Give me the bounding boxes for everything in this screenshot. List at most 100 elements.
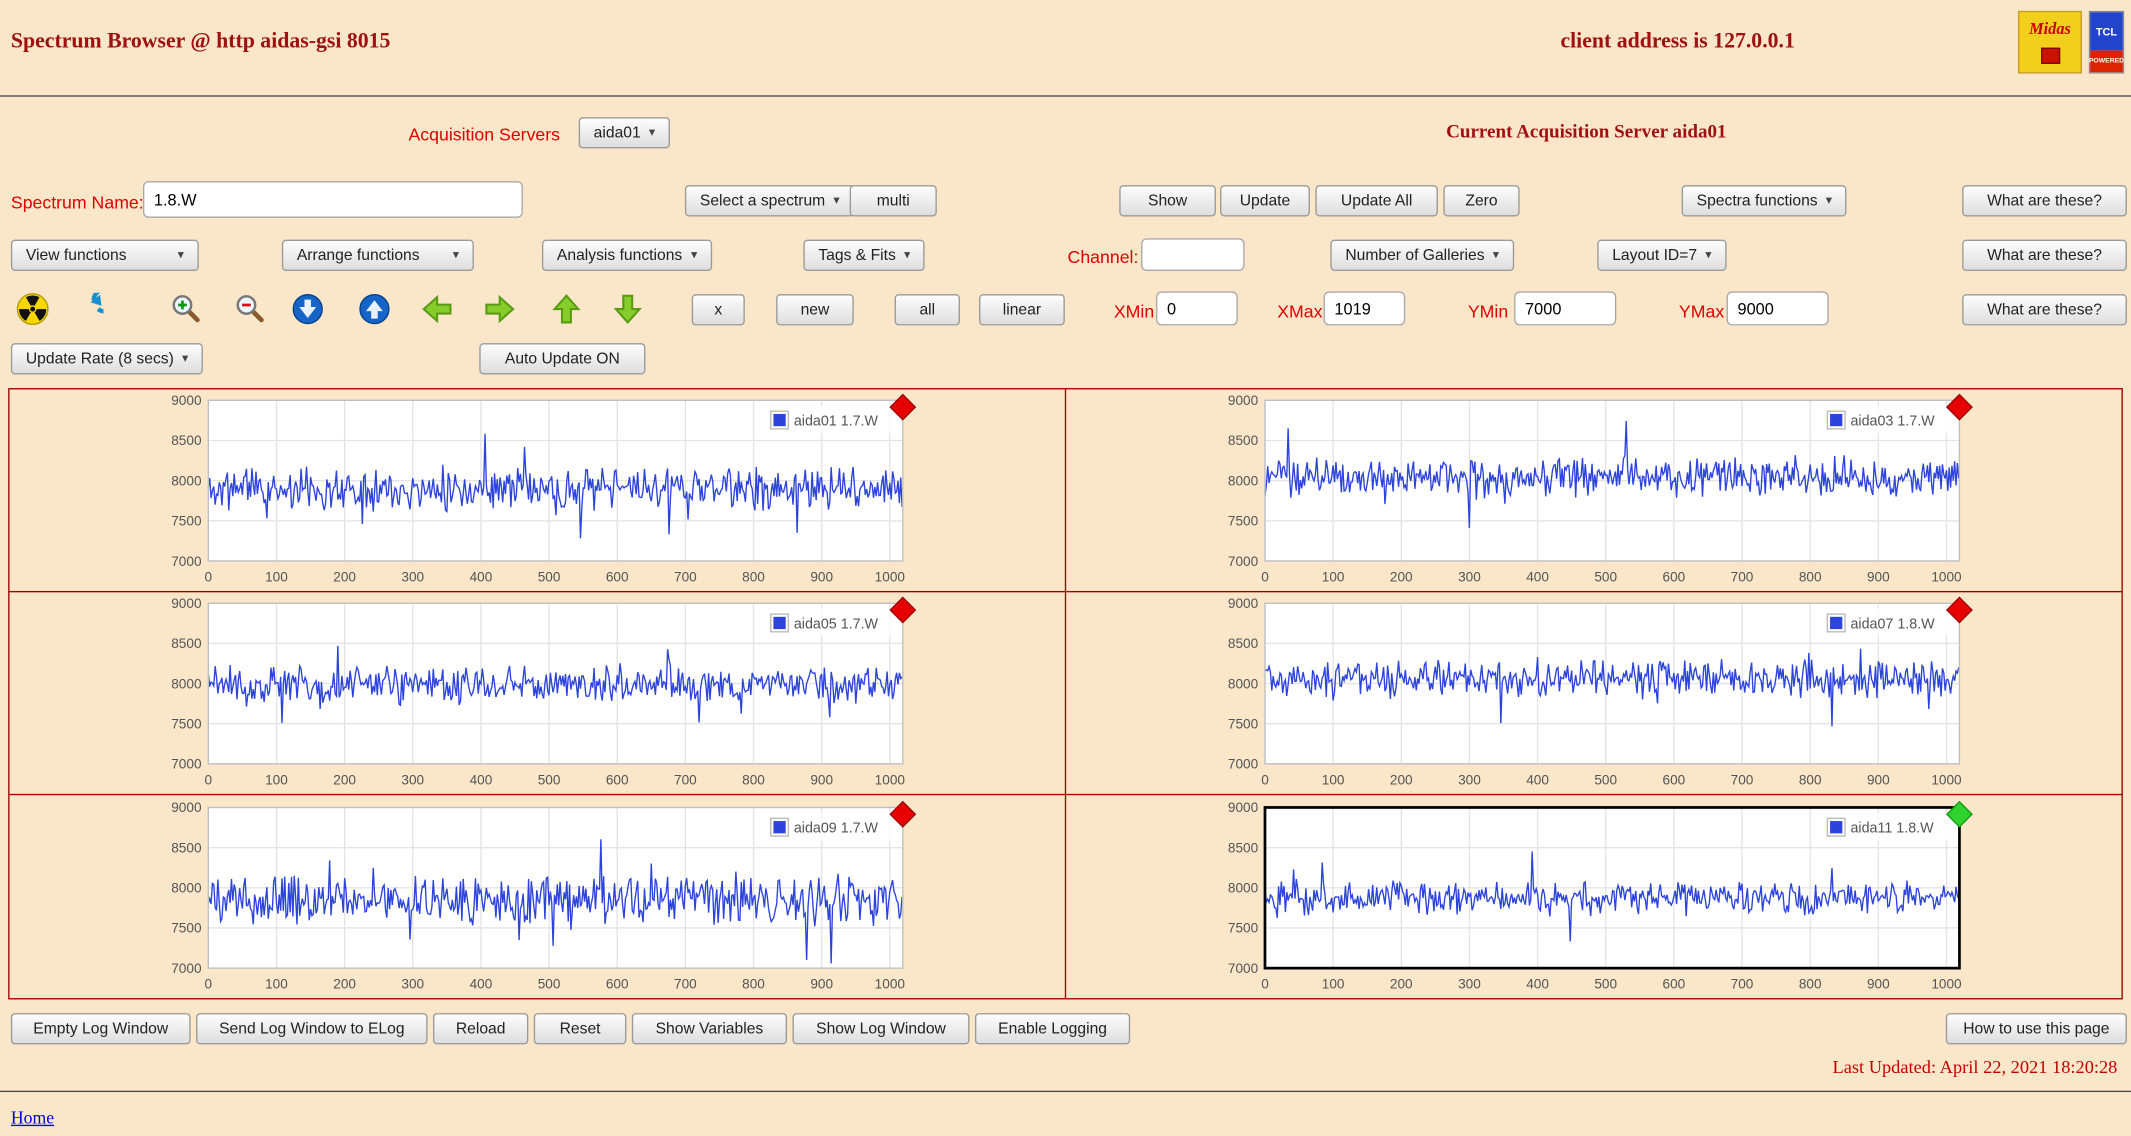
y-tick-label: 7000 <box>1228 960 1259 975</box>
update-rate-dropdown[interactable]: Update Rate (8 secs) <box>11 343 203 374</box>
spectrum-chart-5[interactable]: 7000750080008500900001002003004005006007… <box>154 797 919 996</box>
radiation-icon[interactable] <box>16 293 49 326</box>
zoom-in-icon[interactable] <box>170 293 203 326</box>
legend-label: aida05 1.7.W <box>794 616 879 632</box>
y-tick-label: 9000 <box>1228 393 1259 408</box>
move-right-icon[interactable] <box>483 293 516 326</box>
show-log-window-button[interactable]: Show Log Window <box>792 1013 969 1044</box>
channel-input[interactable] <box>1141 238 1244 271</box>
x-tick-label: 500 <box>538 976 561 991</box>
spectrum-chart-3[interactable]: 7000750080008500900001002003004005006007… <box>154 594 919 793</box>
layout-id-dropdown[interactable]: Layout ID=7 <box>1597 240 1726 271</box>
tags-fits-dropdown[interactable]: Tags & Fits <box>803 240 925 271</box>
layout-id-value: Layout ID=7 <box>1612 247 1697 263</box>
ymin-input[interactable] <box>1514 291 1616 325</box>
select-spectrum-dropdown[interactable]: Select a spectrum <box>685 185 855 216</box>
y-tick-label: 9000 <box>1228 800 1259 815</box>
refresh-icon[interactable] <box>71 293 104 326</box>
linear-button[interactable]: linear <box>979 294 1065 325</box>
what-are-these-button-1[interactable]: What are these? <box>1962 185 2127 216</box>
y-tick-label: 9000 <box>172 800 203 815</box>
y-tick-label: 8500 <box>1228 636 1259 651</box>
how-to-use-button[interactable]: How to use this page <box>1946 1013 2127 1044</box>
x-tick-label: 100 <box>1322 569 1345 584</box>
x-tick-label: 400 <box>1527 569 1550 584</box>
multi-button[interactable]: multi <box>850 185 937 216</box>
spectrum-chart-2[interactable]: 7000750080008500900001002003004005006007… <box>1211 391 1976 590</box>
gallery-cell-6[interactable]: 7000750080008500900001002003004005006007… <box>1065 795 2121 998</box>
x-tick-label: 1000 <box>875 569 906 584</box>
zoom-out-icon[interactable] <box>234 293 267 326</box>
x-tick-label: 900 <box>811 569 834 584</box>
y-tick-label: 8000 <box>172 880 203 895</box>
x-tick-label: 1000 <box>875 976 906 991</box>
y-tick-label: 7500 <box>1228 920 1259 935</box>
x-tick-label: 600 <box>1663 569 1686 584</box>
scroll-up-icon[interactable] <box>358 293 391 326</box>
spectrum-chart-1[interactable]: 7000750080008500900001002003004005006007… <box>154 391 919 590</box>
tcl-logo-bottom: POWERED <box>2090 50 2123 72</box>
x-tick-label: 900 <box>811 772 834 787</box>
reset-button[interactable]: Reset <box>534 1013 627 1044</box>
scroll-down-icon[interactable] <box>291 293 324 326</box>
enable-logging-button[interactable]: Enable Logging <box>975 1013 1130 1044</box>
gallery-cell-1[interactable]: 7000750080008500900001002003004005006007… <box>10 389 1066 592</box>
x-tick-label: 600 <box>606 772 629 787</box>
x-tick-label: 200 <box>1390 772 1413 787</box>
move-down-icon[interactable] <box>611 293 644 326</box>
what-are-these-button-2[interactable]: What are these? <box>1962 240 2127 271</box>
y-tick-label: 7000 <box>172 554 203 569</box>
x-tick-label: 100 <box>265 976 288 991</box>
spectrum-chart-4[interactable]: 7000750080008500900001002003004005006007… <box>1211 594 1976 793</box>
y-tick-label: 8000 <box>1228 880 1259 895</box>
x-tick-label: 0 <box>205 772 213 787</box>
x-tick-label: 800 <box>1799 772 1822 787</box>
y-tick-label: 8500 <box>172 840 203 855</box>
x-tick-label: 300 <box>402 569 425 584</box>
arrange-functions-dropdown[interactable]: Arrange functions <box>282 240 474 271</box>
number-of-galleries-dropdown[interactable]: Number of Galleries <box>1330 240 1514 271</box>
x-tick-label: 1000 <box>875 772 906 787</box>
xmax-input[interactable] <box>1324 291 1406 325</box>
move-up-icon[interactable] <box>550 293 583 326</box>
spectrum-browser-page: Spectrum Browser @ http aidas-gsi 8015 c… <box>0 0 2131 1136</box>
x-tick-label: 0 <box>205 569 213 584</box>
x-tick-label: 200 <box>334 569 357 584</box>
spectra-functions-dropdown[interactable]: Spectra functions <box>1682 185 1847 216</box>
ymax-input[interactable] <box>1727 291 1829 325</box>
auto-update-button[interactable]: Auto Update ON <box>479 343 645 374</box>
show-button[interactable]: Show <box>1119 185 1216 216</box>
select-spectrum-value: Select a spectrum <box>700 193 825 209</box>
reload-button[interactable]: Reload <box>433 1013 528 1044</box>
x-tick-label: 0 <box>205 976 213 991</box>
x-button[interactable]: x <box>692 294 745 325</box>
all-button[interactable]: all <box>895 294 960 325</box>
new-button[interactable]: new <box>776 294 854 325</box>
gallery-cell-4[interactable]: 7000750080008500900001002003004005006007… <box>1065 592 2121 795</box>
spectrum-name-input[interactable] <box>143 181 523 218</box>
acquisition-server-select[interactable]: aida01 <box>579 117 670 148</box>
show-variables-button[interactable]: Show Variables <box>632 1013 787 1044</box>
x-tick-label: 800 <box>743 772 766 787</box>
what-are-these-button-3[interactable]: What are these? <box>1962 294 2127 325</box>
home-link[interactable]: Home <box>11 1107 54 1129</box>
y-tick-label: 9000 <box>172 393 203 408</box>
x-tick-label: 300 <box>402 976 425 991</box>
gallery-cell-2[interactable]: 7000750080008500900001002003004005006007… <box>1065 389 2121 592</box>
send-log-to-elog-button[interactable]: Send Log Window to ELog <box>196 1013 427 1044</box>
gallery-cell-3[interactable]: 7000750080008500900001002003004005006007… <box>10 592 1066 795</box>
x-tick-label: 200 <box>1390 976 1413 991</box>
view-functions-dropdown[interactable]: View functions <box>11 240 199 271</box>
update-all-button[interactable]: Update All <box>1315 185 1438 216</box>
x-tick-label: 400 <box>470 976 493 991</box>
spectrum-chart-6[interactable]: 7000750080008500900001002003004005006007… <box>1211 797 1976 996</box>
empty-log-window-button[interactable]: Empty Log Window <box>11 1013 191 1044</box>
update-button[interactable]: Update <box>1220 185 1310 216</box>
analysis-functions-dropdown[interactable]: Analysis functions <box>542 240 712 271</box>
gallery-cell-5[interactable]: 7000750080008500900001002003004005006007… <box>10 795 1066 998</box>
xmin-input[interactable] <box>1156 291 1238 325</box>
ymin-label: YMin <box>1468 301 1508 321</box>
move-left-icon[interactable] <box>421 293 454 326</box>
zero-button[interactable]: Zero <box>1443 185 1519 216</box>
y-tick-label: 7000 <box>1228 757 1259 772</box>
